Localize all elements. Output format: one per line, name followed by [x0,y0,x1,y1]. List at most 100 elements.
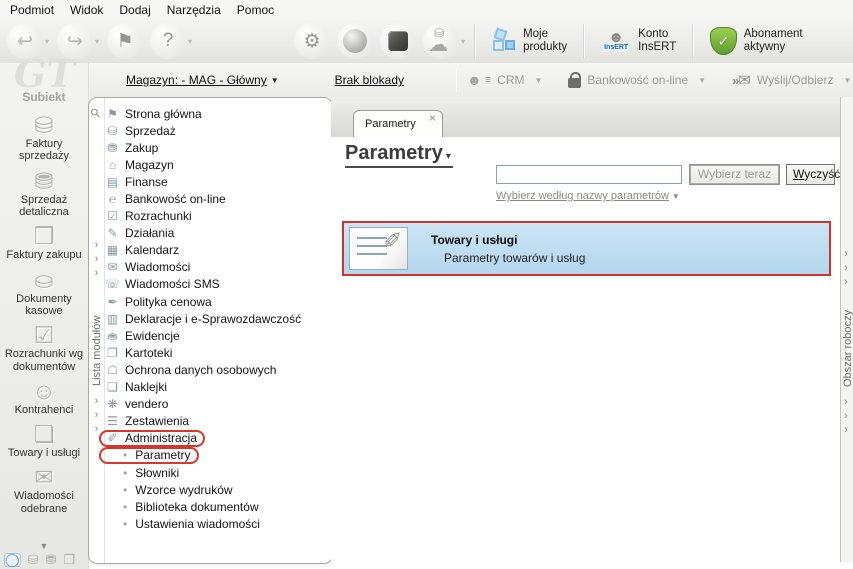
module-list-item[interactable]: ⌂ Magazyn [105,156,331,173]
menu-item[interactable]: Pomoc [231,1,284,19]
module-list-item[interactable]: ℮ Bankowość on-line [105,190,331,207]
module-list-item[interactable]: Biblioteka dokumentów [105,498,331,515]
subiekt-quick-icon[interactable]: ◯ [4,553,21,567]
menu-item[interactable]: Widok [64,1,113,19]
app-name: Subiekt [22,90,66,104]
sidebar-shortcut[interactable]: ⛃ Sprzedaż detaliczna [0,167,88,223]
products-squares-icon [492,27,516,53]
web-services-button[interactable] [337,23,374,59]
lock-icon [568,72,582,88]
chevron-right-icon[interactable]: › [840,261,852,275]
parameter-item-goods-services[interactable]: ✐ Towary i usługi Parametry towarów i us… [342,221,831,276]
sidebar-shortcut[interactable]: ✉ Wiadomości odebrane [0,463,88,519]
inbox-messages-icon: ✉ [34,464,54,491]
page-title: Parametry [345,142,443,164]
toolbar-separator [692,24,695,58]
module-list-item[interactable]: ▤ Finanse [105,173,331,190]
module-list-item[interactable]: ☑ Rozrachunki [105,208,331,225]
module-list-item[interactable]: ☏ Wiadomości SMS [105,276,331,293]
sidebar-shortcut[interactable]: ☑ Rozrachunki wg dokumentów [0,321,88,377]
module-list-item[interactable]: ▥ Deklaracje i e-Sprawozdawczość [105,310,331,327]
module-list-item[interactable]: ⛁ Sprzedaż [105,122,331,139]
module-list-item[interactable]: Słowniki [105,464,331,481]
finance-icon: ▤ [106,174,119,189]
module-list-item-label: Zakup [125,140,159,155]
retail-quick-icon[interactable]: ⛃ [45,553,56,567]
sync-button[interactable]: ⚙ [294,23,331,59]
module-list-item[interactable]: ▦ Kalendarz [105,242,331,259]
send-receive-dropdown[interactable]: » ✉ Wyślij/Odbierz ▼ [732,71,851,89]
module-list-item[interactable]: ❐ Kartoteki [105,344,331,361]
module-list-item-label: Bankowość on-line [125,192,226,207]
crm-dropdown[interactable]: ☻ ≡ CRM ▼ [467,73,542,87]
my-products-label: Moje produkty [523,27,568,53]
tab-parametry[interactable]: Parametry × [353,110,443,137]
module-list-panel: ⚲ › › › Lista modułów › › › ⚑ Strona głó… [87,97,333,564]
insert-account-button[interactable]: ☻ InsERT Konto InsERT [593,26,684,56]
sidebar-shortcut[interactable]: ❏ Towary i usługi [0,420,88,463]
online-banking-dropdown[interactable]: Bankowość on-line ▼ [568,72,706,88]
module-list-item[interactable]: ☰ Zestawienia [105,413,331,430]
module-list-item[interactable]: Wzorce wydruków [105,481,331,498]
module-list-item[interactable]: ✒ Polityka cenowa [105,293,331,310]
clear-button[interactable]: Wyczyść [786,164,840,185]
filter-by-name-link[interactable]: Wybierz według nazwy parametrów ▼ [496,190,680,202]
sidebar-more-arrow[interactable]: ▼ [0,541,88,551]
menu-item[interactable]: Podmiot [4,1,64,19]
module-list-item[interactable]: ❏ Naklejki [105,379,331,396]
cloud-archive-caret[interactable]: ▾ [461,37,465,46]
cloud-archive-button[interactable]: ⛁ ☁ [423,23,460,59]
chevron-right-icon[interactable]: › [840,247,852,261]
parameter-search-input[interactable] [496,165,682,184]
forward-caret[interactable]: ▾ [95,37,99,46]
sidebar-shortcut[interactable]: ❒ Faktury zakupu [0,222,88,265]
choose-now-button[interactable]: Wybierz teraz [689,164,780,185]
workspace-side-strip[interactable]: › › › Obszar roboczy › › › [840,97,853,562]
help-caret[interactable]: ▾ [188,37,192,46]
module-list-item[interactable]: Ustawienia wiadomości [105,515,331,532]
module-list-item-label: Administracja [125,431,198,446]
open-document-caret[interactable]: ▾ [45,37,49,46]
help-button[interactable]: ? [150,23,187,59]
module-list-item[interactable]: Parametry [99,446,331,464]
sidebar-shortcut[interactable]: ⛁ Faktury sprzedaży [0,111,88,167]
messages-icon: ✉ [107,260,118,275]
module-list-item[interactable]: ☖ Ochrona danych osobowych [105,361,331,378]
home-icon: ⚑ [107,106,118,121]
my-products-button[interactable]: Moje produkty [484,26,575,56]
warehouse-label[interactable]: Magazyn: - MAG - Główny [126,73,267,87]
module-list-item[interactable]: ⚑ Strona główna [105,105,331,122]
cube-module-button[interactable] [380,23,417,59]
lock-status-link[interactable]: Brak blokady [335,73,404,87]
tab-close-icon[interactable]: × [429,111,436,125]
module-list-item[interactable]: ⛃ Zakup [105,139,331,156]
pencil-icon: ✐ [383,228,402,253]
chevron-right-icon[interactable]: › [840,395,852,409]
purchase-quick-icon[interactable]: ❒ [63,553,75,567]
module-list-item-label: Strona główna [125,106,202,121]
menu-item[interactable]: Narzędzia [161,1,231,19]
app-window: Podmiot Widok Dodaj Narzędzia Pomoc ↩ ▾ ↪ ▾ … [0,0,853,569]
page-title-dropdown[interactable]: Parametry ▾ [345,142,453,168]
subscription-button[interactable]: ✓ Abonament aktywny [702,25,853,57]
chevron-right-icon[interactable]: › [840,423,852,437]
home-button[interactable]: ⚑ [107,23,144,59]
sales-quick-icon[interactable]: ⛁ [28,553,39,567]
sidebar-shortcut[interactable]: ☺ Kontrahenci [0,377,88,420]
labels-icon: ❏ [107,380,118,395]
module-list-item-label: Sprzedaż [125,123,176,138]
send-receive-caret-icon: ▼ [843,75,852,85]
module-list-item[interactable]: ✎ Działania [105,225,331,242]
module-list-item[interactable]: ✐ Administracja [99,429,331,447]
menu-item[interactable]: Dodaj [113,1,160,19]
chevron-right-icon[interactable]: › [840,275,852,289]
sidebar-shortcut-label: Rozrachunki wg dokumentów [4,348,84,373]
chevron-right-icon[interactable]: › [840,409,852,423]
cloud-icon: ☁ [428,34,449,56]
module-list-item[interactable]: ⛂ Ewidencje [105,327,331,344]
warehouse-selector[interactable]: Magazyn: - MAG - Główny ▼ [126,73,279,87]
sidebar-shortcut-label: Kontrahenci [14,403,74,416]
module-list-item[interactable]: ✉ Wiadomości [105,259,331,276]
module-list-item[interactable]: ❋ vendero [105,396,331,413]
sidebar-shortcut[interactable]: ⛀ Dokumenty kasowe [0,266,88,322]
